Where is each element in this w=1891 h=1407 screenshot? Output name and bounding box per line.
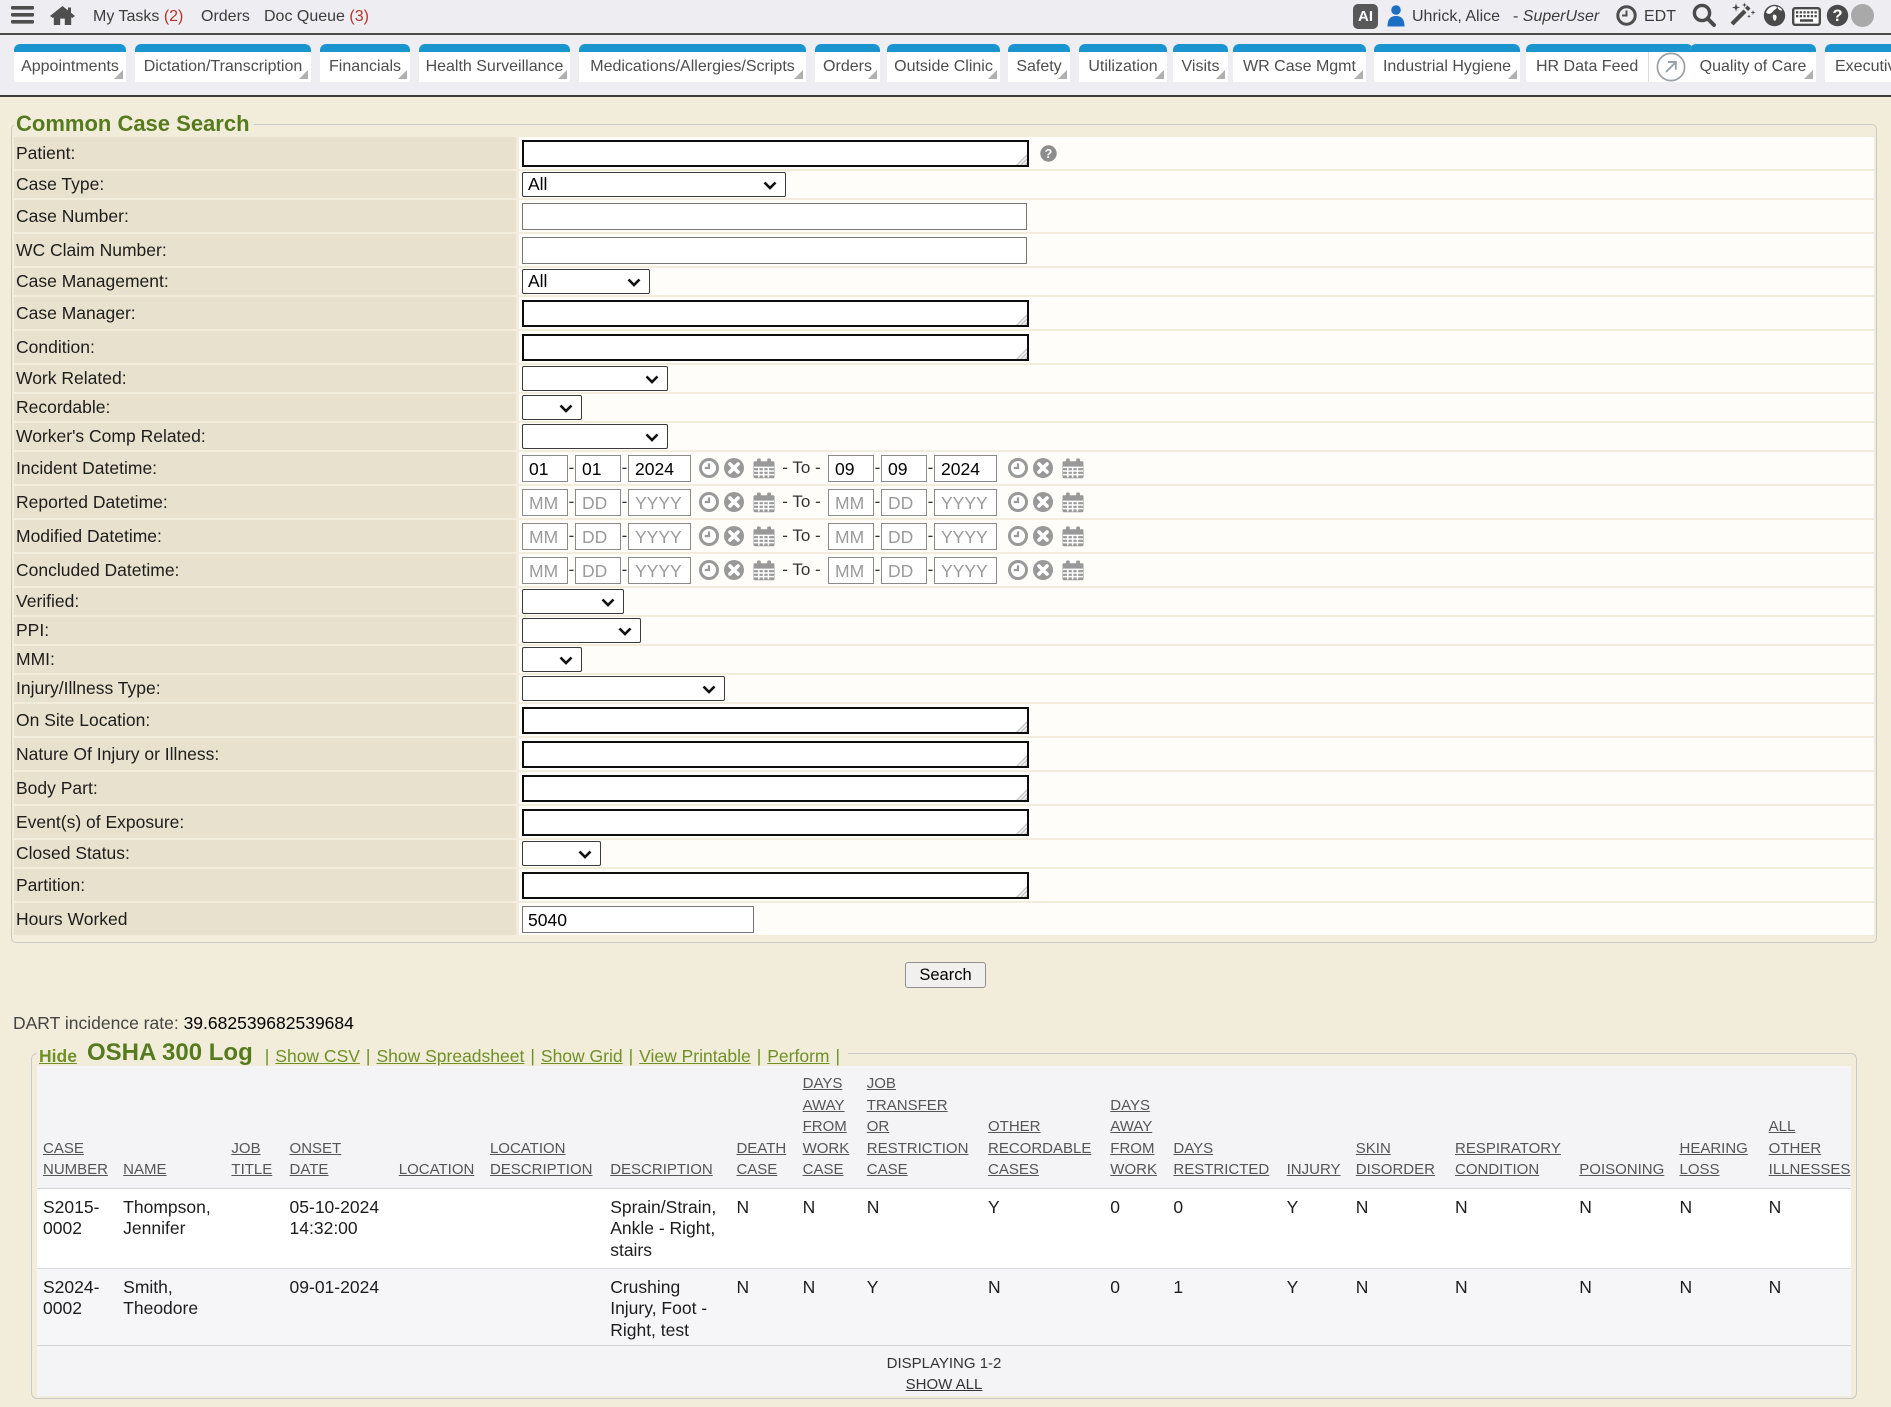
svg-text:?: ? [1832,7,1842,25]
svg-text:?: ? [1045,146,1053,160]
